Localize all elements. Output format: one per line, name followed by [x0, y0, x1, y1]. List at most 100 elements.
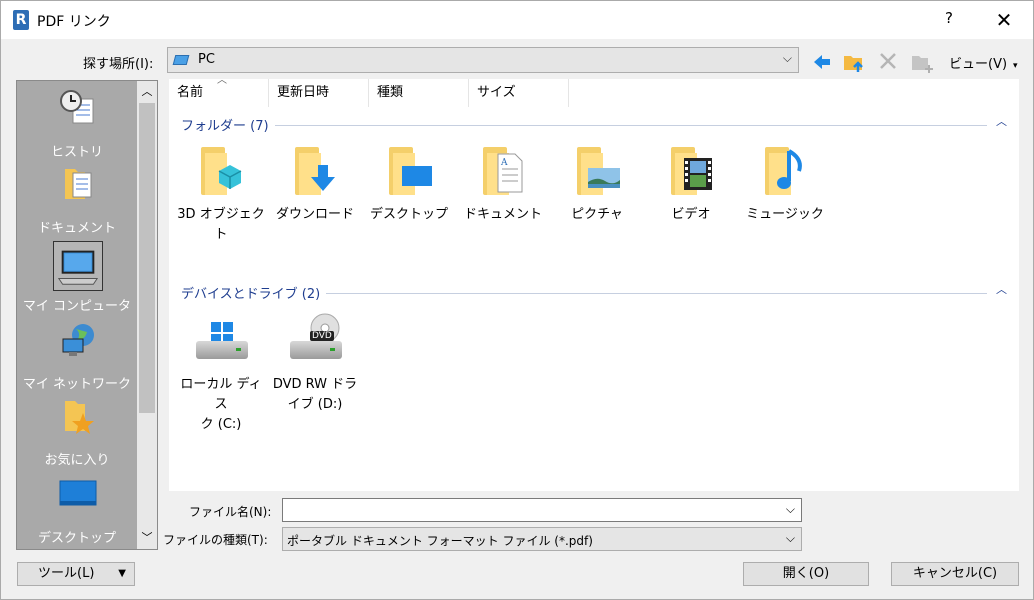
- group-divider: [181, 125, 987, 126]
- title-bar: R PDF リンク ? ✕: [1, 1, 1033, 39]
- computer-monitor-icon: [53, 241, 103, 291]
- view-menu-button[interactable]: ビュー(V) ▾: [949, 53, 1018, 72]
- window-title: PDF リンク: [37, 14, 111, 30]
- new-folder-button[interactable]: [909, 51, 935, 77]
- column-header-modified[interactable]: 更新日時: [269, 79, 369, 107]
- folder-label: ビデオ: [671, 207, 711, 222]
- tools-label: ツール(L): [38, 566, 95, 581]
- music-folder-icon: [761, 143, 809, 195]
- place-desktop[interactable]: デスクトップ: [17, 471, 137, 547]
- desktop-screen-icon: [59, 480, 97, 506]
- new-folder-icon: [912, 56, 933, 73]
- view-label: ビュー(V): [949, 57, 1008, 72]
- drive-label: DVD RW ドラ イブ (D:): [272, 377, 358, 412]
- lookin-combobox[interactable]: PC ⌵: [167, 47, 799, 73]
- back-button[interactable]: [809, 51, 835, 77]
- folder-item-desktop[interactable]: デスクトップ: [363, 143, 455, 225]
- place-my-network[interactable]: マイ ネットワーク: [17, 317, 137, 393]
- folder-item-downloads[interactable]: ダウンロード: [269, 143, 361, 225]
- network-globe-icon: [62, 324, 94, 356]
- filetype-label: ファイルの種類(T):: [163, 533, 268, 547]
- places-list: ヒストリ ドキュメント マイ コンピュータ マイ ネットワーク お気に入り デス…: [17, 81, 137, 549]
- dvd-badge: DVD: [310, 331, 334, 341]
- filetype-select[interactable]: ポータブル ドキュメント フォーマット ファイル (*.pdf) ⌵: [282, 527, 802, 551]
- revit-app-icon: R: [13, 10, 29, 30]
- place-label: ドキュメント: [37, 221, 116, 236]
- place-history[interactable]: ヒストリ: [17, 85, 137, 161]
- lookin-value: PC: [198, 52, 215, 67]
- drive-item-local-disk-c[interactable]: ローカル ディス ク (C:): [175, 313, 267, 435]
- open-button[interactable]: 開く(O): [743, 562, 869, 586]
- filetype-value: ポータブル ドキュメント フォーマット ファイル (*.pdf): [287, 534, 593, 548]
- file-list-view[interactable]: ︿ 名前 更新日時 種類 サイズ フォルダー (7) ︿ 3D オブジェクト ダ…: [169, 75, 1019, 491]
- documents-folder-icon: [65, 169, 92, 199]
- tools-button[interactable]: ツール(L) ▼: [17, 562, 135, 586]
- 3d-objects-folder-icon: [197, 143, 245, 195]
- downloads-folder-icon: [291, 143, 339, 195]
- folder-item-pictures[interactable]: ピクチャ: [551, 143, 643, 225]
- pictures-folder-icon: [573, 143, 621, 195]
- drive-label: ローカル ディス ク (C:): [180, 377, 262, 432]
- dvd-drive-icon: DVD: [286, 313, 344, 365]
- place-label: お気に入り: [44, 453, 110, 468]
- chevron-down-icon[interactable]: ⌵: [783, 51, 792, 66]
- places-scrollbar[interactable]: ︿ ﹀: [137, 81, 157, 549]
- up-one-level-button[interactable]: [841, 51, 867, 77]
- column-header-name[interactable]: ︿ 名前: [169, 75, 269, 107]
- place-my-computer[interactable]: マイ コンピュータ: [17, 239, 137, 315]
- place-label: マイ コンピュータ: [22, 299, 132, 314]
- place-documents[interactable]: ドキュメント: [17, 161, 137, 237]
- group-header-devices[interactable]: デバイスとドライブ (2) ︿: [181, 283, 1007, 303]
- drive-item-dvd-rw-d[interactable]: DVD DVD RW ドラ イブ (D:): [269, 313, 361, 415]
- desktop-folder-icon: [385, 143, 433, 195]
- folder-item-videos[interactable]: ビデオ: [645, 143, 737, 225]
- delete-button[interactable]: [875, 51, 901, 77]
- lookin-label: 探す場所(I):: [83, 57, 154, 72]
- dropdown-arrow-icon: ▾: [1013, 61, 1018, 71]
- place-label: ヒストリ: [50, 145, 103, 160]
- delete-x-icon: [880, 53, 896, 69]
- places-bar: ヒストリ ドキュメント マイ コンピュータ マイ ネットワーク お気に入り デス…: [16, 80, 158, 550]
- dropdown-arrow-icon: ▼: [118, 568, 126, 579]
- folder-item-3d-objects[interactable]: 3D オブジェクト: [175, 143, 267, 245]
- close-button[interactable]: ✕: [991, 7, 1017, 33]
- folder-label: ダウンロード: [275, 207, 354, 222]
- folder-item-music[interactable]: ミュージック: [739, 143, 831, 225]
- favorites-star-folder-icon: [65, 401, 94, 434]
- group-header-folders[interactable]: フォルダー (7) ︿: [181, 115, 1007, 135]
- filename-input[interactable]: ⌵: [282, 498, 802, 522]
- filename-label: ファイル名(N):: [189, 505, 272, 519]
- group-title: デバイスとドライブ (2): [181, 283, 327, 302]
- folder-label: 3D オブジェクト: [177, 207, 265, 242]
- back-arrow-icon: [814, 55, 830, 69]
- group-title: フォルダー (7): [181, 115, 275, 134]
- place-label: デスクトップ: [37, 531, 116, 546]
- column-header-size[interactable]: サイズ: [469, 79, 569, 107]
- column-header-type[interactable]: 種類: [369, 79, 469, 107]
- pdf-link-dialog: R PDF リンク ? ✕ 探す場所(I): PC ⌵ ビュー(V) ▾ ヒスト…: [0, 0, 1034, 600]
- folder-label: ドキュメント: [463, 207, 542, 222]
- folder-item-documents[interactable]: A ドキュメント: [457, 143, 549, 225]
- local-disk-drive-icon: [192, 313, 250, 365]
- pc-icon: [172, 55, 190, 65]
- svg-text:A: A: [500, 158, 508, 168]
- place-favorites[interactable]: お気に入り: [17, 393, 137, 469]
- folder-label: デスクトップ: [369, 207, 448, 222]
- help-button[interactable]: ?: [939, 9, 959, 31]
- scroll-thumb[interactable]: [139, 103, 155, 413]
- scroll-up-icon[interactable]: ︿: [137, 83, 157, 101]
- collapse-chevron-icon[interactable]: ︿: [996, 113, 1007, 129]
- folder-label: ミュージック: [746, 207, 824, 222]
- cancel-button[interactable]: キャンセル(C): [891, 562, 1019, 586]
- folder-label: ピクチャ: [571, 207, 623, 222]
- documents-folder-icon: A: [479, 143, 527, 195]
- videos-folder-icon: [667, 143, 715, 195]
- collapse-chevron-icon[interactable]: ︿: [996, 281, 1007, 297]
- chevron-down-icon[interactable]: ⌵: [786, 502, 795, 517]
- up-folder-icon: [844, 56, 863, 72]
- scroll-down-icon[interactable]: ﹀: [137, 529, 157, 547]
- history-clock-icon: [60, 90, 94, 124]
- place-label: マイ ネットワーク: [22, 377, 132, 392]
- chevron-down-icon[interactable]: ⌵: [786, 531, 795, 546]
- sort-ascending-icon: ︿: [217, 75, 227, 86]
